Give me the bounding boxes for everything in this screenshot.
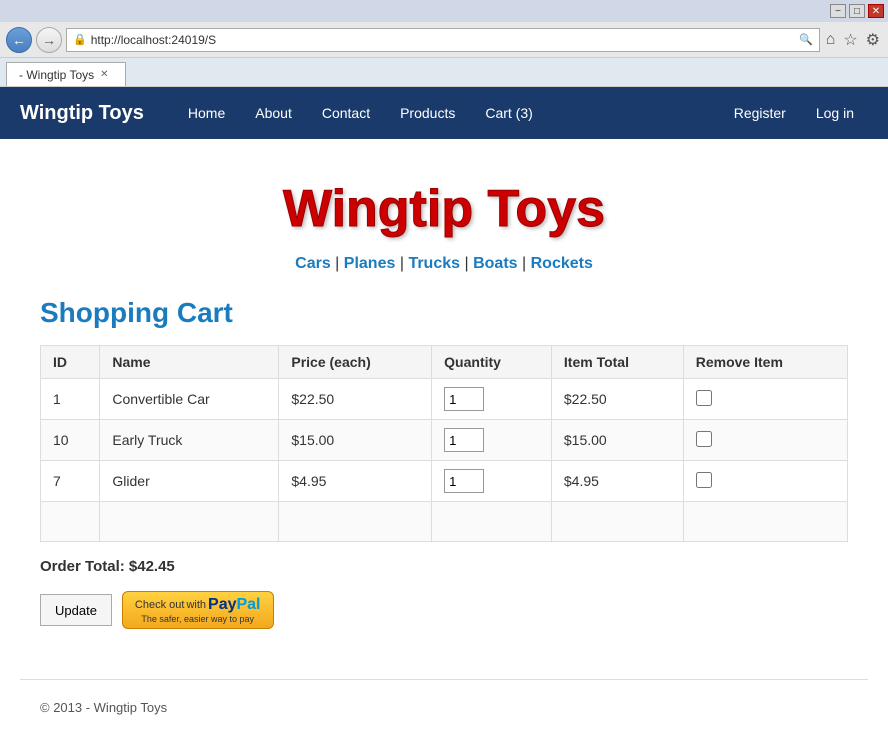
row3-quantity-input[interactable]: [444, 469, 484, 493]
footer-text: © 2013 - Wingtip Toys: [40, 700, 167, 715]
main-content: Wingtip Toys Cars | Planes | Trucks | Bo…: [0, 139, 888, 679]
address-text: http://localhost:24019/S: [91, 33, 795, 47]
paypal-tagline: The safer, easier way to pay: [141, 614, 254, 624]
row1-quantity-input[interactable]: [444, 387, 484, 411]
category-cars[interactable]: Cars: [295, 255, 331, 272]
paypal-logo: PayPal: [208, 596, 260, 614]
sep-3: |: [518, 255, 527, 272]
category-rockets[interactable]: Rockets: [531, 255, 593, 272]
maximize-button[interactable]: □: [849, 4, 865, 18]
row1-remove-cell: [683, 379, 847, 420]
tab-title: - Wingtip Toys: [19, 68, 94, 82]
row3-total: $4.95: [551, 461, 683, 502]
row1-id: 1: [41, 379, 100, 420]
nav-contact[interactable]: Contact: [308, 97, 384, 129]
table-row-empty: [41, 502, 848, 542]
tab-bar: - Wingtip Toys ✕: [0, 58, 888, 86]
col-remove: Remove Item: [683, 346, 847, 379]
nav-home[interactable]: Home: [174, 97, 239, 129]
col-quantity: Quantity: [432, 346, 552, 379]
row2-total: $15.00: [551, 420, 683, 461]
table-row: 1 Convertible Car $22.50 $22.50: [41, 379, 848, 420]
minimize-button[interactable]: −: [830, 4, 846, 18]
col-name: Name: [100, 346, 279, 379]
row2-remove-cell: [683, 420, 847, 461]
category-boats[interactable]: Boats: [473, 255, 517, 272]
row3-name: Glider: [100, 461, 279, 502]
browser-icons: ⌂ ☆ ⚙: [824, 30, 882, 50]
nav-login[interactable]: Log in: [802, 97, 868, 129]
row3-remove-cell: [683, 461, 847, 502]
footer: © 2013 - Wingtip Toys: [0, 690, 888, 725]
browser-titlebar: − □ ✕: [0, 0, 888, 22]
back-button[interactable]: ←: [6, 27, 32, 53]
paypal-checkout-text: Check out: [135, 599, 185, 611]
col-item-total: Item Total: [551, 346, 683, 379]
category-trucks[interactable]: Trucks: [408, 255, 460, 272]
nav-register[interactable]: Register: [720, 97, 800, 129]
home-icon[interactable]: ⌂: [824, 31, 838, 49]
row3-quantity-cell: [432, 461, 552, 502]
row2-quantity-cell: [432, 420, 552, 461]
favorites-icon[interactable]: ☆: [841, 30, 859, 50]
close-button[interactable]: ✕: [868, 4, 884, 18]
forward-button[interactable]: →: [36, 27, 62, 53]
category-planes[interactable]: Planes: [344, 255, 396, 272]
sep-2: |: [460, 255, 469, 272]
navbar: Wingtip Toys Home About Contact Products…: [0, 87, 888, 139]
browser-chrome: − □ ✕ ← → 🔒 http://localhost:24019/S 🔍 ⌂…: [0, 0, 888, 87]
browser-toolbar: ← → 🔒 http://localhost:24019/S 🔍 ⌂ ☆ ⚙: [0, 22, 888, 58]
navbar-brand[interactable]: Wingtip Toys: [20, 102, 144, 125]
site-title: Wingtip Toys: [40, 179, 848, 239]
row1-quantity-cell: [432, 379, 552, 420]
row2-name: Early Truck: [100, 420, 279, 461]
row3-price: $4.95: [279, 461, 432, 502]
sep-0: |: [331, 255, 340, 272]
cart-table: ID Name Price (each) Quantity Item Total…: [40, 345, 848, 542]
order-total: Order Total: $42.45: [40, 558, 848, 575]
row2-quantity-input[interactable]: [444, 428, 484, 452]
row1-remove-checkbox[interactable]: [696, 390, 712, 406]
row1-price: $22.50: [279, 379, 432, 420]
cart-title: Shopping Cart: [40, 297, 848, 329]
tab-close-button[interactable]: ✕: [100, 69, 108, 80]
page-wrapper: − □ ✕ ← → 🔒 http://localhost:24019/S 🔍 ⌂…: [0, 0, 888, 751]
address-bar[interactable]: 🔒 http://localhost:24019/S 🔍: [66, 28, 820, 52]
sep-1: |: [395, 255, 404, 272]
col-id: ID: [41, 346, 100, 379]
navbar-nav: Home About Contact Products Cart (3): [174, 97, 720, 129]
update-button[interactable]: Update: [40, 594, 112, 626]
table-row: 10 Early Truck $15.00 $15.00: [41, 420, 848, 461]
row1-total: $22.50: [551, 379, 683, 420]
row2-remove-checkbox[interactable]: [696, 431, 712, 447]
browser-content: Wingtip Toys Home About Contact Products…: [0, 87, 888, 751]
settings-icon[interactable]: ⚙: [864, 30, 882, 50]
paypal-button[interactable]: Check out with PayPal The safer, easier …: [122, 591, 274, 629]
row3-remove-checkbox[interactable]: [696, 472, 712, 488]
navbar-right: Register Log in: [720, 97, 868, 129]
nav-about[interactable]: About: [241, 97, 306, 129]
cart-actions: Update Check out with PayPal The safer, …: [40, 591, 848, 629]
row2-price: $15.00: [279, 420, 432, 461]
row2-id: 10: [41, 420, 100, 461]
row1-name: Convertible Car: [100, 379, 279, 420]
active-tab[interactable]: - Wingtip Toys ✕: [6, 62, 126, 86]
table-row: 7 Glider $4.95 $4.95: [41, 461, 848, 502]
footer-divider: [20, 679, 868, 680]
col-price: Price (each): [279, 346, 432, 379]
nav-cart[interactable]: Cart (3): [471, 97, 546, 129]
nav-products[interactable]: Products: [386, 97, 469, 129]
table-header-row: ID Name Price (each) Quantity Item Total…: [41, 346, 848, 379]
row3-id: 7: [41, 461, 100, 502]
category-links: Cars | Planes | Trucks | Boats | Rockets: [40, 255, 848, 273]
